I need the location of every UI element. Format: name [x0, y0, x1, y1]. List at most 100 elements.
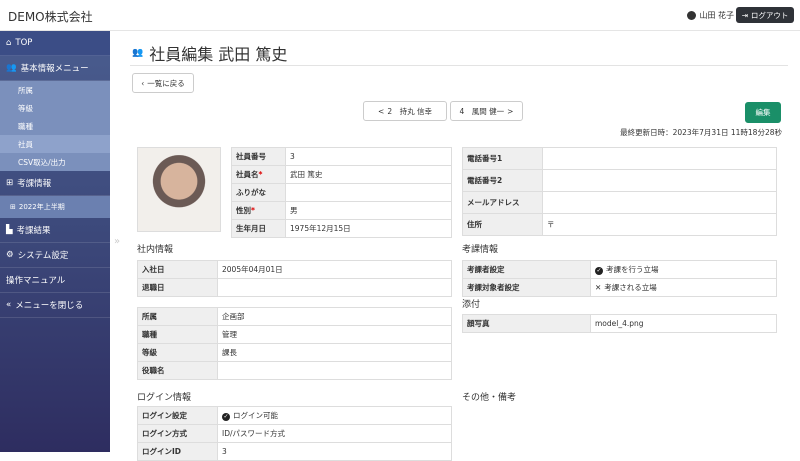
field-label: ふりがな: [231, 183, 286, 202]
field-value: [217, 278, 452, 297]
field-value: ID/パスワード方式: [217, 424, 452, 443]
section-heading-attachment: 添付: [462, 300, 481, 310]
check-circle-icon: ✓: [222, 413, 230, 421]
field-label: 性別*: [231, 201, 286, 220]
attachment-link[interactable]: model_4.png: [590, 314, 777, 333]
field-label: 職種: [137, 325, 218, 344]
field-label: 顔写真: [462, 314, 591, 333]
field-label: 考課対象者設定: [462, 278, 591, 297]
brand-name: DEMO株式会社: [8, 10, 93, 24]
table-row: 考課対象者設定 ✕ 考課される立場: [462, 278, 777, 297]
sidebar-label-review-result: 考課結果: [16, 226, 51, 236]
table-row: 所属 企画部: [137, 307, 452, 326]
field-value: ✕ 考課される立場: [590, 278, 777, 297]
prev-employee-button[interactable]: <2 持丸 信幸: [363, 101, 447, 121]
sidebar-item-system[interactable]: ⚙ システム設定: [0, 243, 110, 268]
sidebar-label-system: システム設定: [17, 251, 69, 261]
attachment-table: 顔写真 model_4.png: [462, 314, 777, 333]
user-name: 山田 花子: [699, 11, 734, 20]
table-row: ログイン方式 ID/パスワード方式: [137, 424, 452, 443]
profile-table: 社員番号 3 社員名* 武田 篤史 ふりがな 性別* 男 生年月日 1975年12月15…: [231, 147, 452, 238]
review-table: 考課者設定 ✓ 考課を行う立場 考課対象者設定 ✕ 考課される立場: [462, 260, 777, 297]
sidebar-label-top: TOP: [15, 38, 33, 48]
field-value: [285, 183, 452, 202]
sidebar-item-department[interactable]: 所属: [0, 81, 110, 99]
sidebar-item-review-info[interactable]: ⊞ 考課情報: [0, 171, 110, 196]
table-row: 考課者設定 ✓ 考課を行う立場: [462, 260, 777, 279]
field-value: 管理: [217, 325, 452, 344]
sidebar-label-basic-menu: 基本情報メニュー: [20, 64, 89, 74]
company-org-table: 所属 企画部 職種 管理 等級 課長 役職名: [137, 307, 452, 380]
back-to-list-button[interactable]: ‹ 一覧に戻る: [132, 73, 194, 93]
double-chevron-left-icon: «: [6, 300, 12, 310]
x-icon: ✕: [595, 283, 602, 292]
chevron-right-icon: >: [507, 106, 514, 116]
field-label: ログイン方式: [137, 424, 218, 443]
table-row: 社員番号 3: [231, 147, 452, 166]
user-menu[interactable]: 山田 花子: [687, 10, 734, 21]
table-row: 生年月日 1975年12月15日: [231, 219, 452, 238]
field-value-text: 考課を行う立場: [606, 265, 659, 274]
table-row: 顔写真 model_4.png: [462, 314, 777, 333]
grid-icon: ⊞: [6, 178, 14, 188]
field-value: ✓ ログイン可能: [217, 406, 452, 425]
sidebar-label-review-info: 考課情報: [17, 179, 52, 189]
chart-icon: ▙: [6, 225, 13, 235]
edit-button[interactable]: 編集: [745, 102, 781, 123]
table-row: 電話番号2: [462, 169, 777, 192]
field-label: 社員番号: [231, 147, 286, 166]
field-value: [217, 361, 452, 380]
required-mark: *: [251, 206, 255, 215]
sidebar-item-review-result[interactable]: ▙ 考課結果: [0, 218, 110, 243]
sidebar-item-employee[interactable]: 社員: [0, 135, 110, 153]
field-label: 生年月日: [231, 219, 286, 238]
table-row: ふりがな: [231, 183, 452, 202]
sidebar-item-manual[interactable]: 操作マニュアル: [0, 268, 110, 293]
field-value-text: 考課される立場: [604, 283, 657, 292]
page-title: 👥 社員編集 武田 篤史: [132, 41, 287, 65]
sidebar-item-job-type[interactable]: 職種: [0, 117, 110, 135]
sidebar-item-top[interactable]: ⌂ TOP: [0, 31, 110, 56]
grid-icon: ⊞: [10, 203, 16, 211]
check-circle-icon: ✓: [595, 267, 603, 275]
top-bar: DEMO株式会社 山田 花子 ⇥ ログアウト: [0, 0, 800, 31]
logout-button[interactable]: ⇥ ログアウト: [736, 7, 794, 23]
table-row: 職種 管理: [137, 325, 452, 344]
prev-label: 2 持丸 信幸: [387, 106, 432, 116]
sidebar-label-manual: 操作マニュアル: [6, 276, 66, 286]
table-row: ログイン設定 ✓ ログイン可能: [137, 406, 452, 425]
field-value: [542, 191, 777, 214]
sidebar-item-csv[interactable]: CSV取込/出力: [0, 153, 110, 171]
gear-icon: ⚙: [6, 250, 14, 260]
table-row: 入社日 2005年04月01日: [137, 260, 452, 279]
sidebar-item-review-period[interactable]: ⊞ 2022年上半期: [0, 196, 110, 218]
field-label: 住所: [462, 213, 543, 236]
table-row: メールアドレス: [462, 191, 777, 214]
sidebar-item-close-menu[interactable]: «メニューを閉じる: [0, 293, 110, 318]
field-value: ✓ 考課を行う立場: [590, 260, 777, 279]
table-row: 退職日: [137, 278, 452, 297]
section-heading-login: ログイン情報: [137, 393, 192, 403]
field-value: [542, 169, 777, 192]
contact-table: 電話番号1 電話番号2 メールアドレス 住所〒: [462, 147, 777, 236]
sidebar-item-basic-menu[interactable]: 👥 基本情報メニュー: [0, 56, 110, 81]
table-row: 住所〒: [462, 213, 777, 236]
table-row: 役職名: [137, 361, 452, 380]
home-icon: ⌂: [6, 38, 12, 48]
field-label: メールアドレス: [462, 191, 543, 214]
next-employee-button[interactable]: 4 風間 健一 >: [450, 101, 523, 121]
page-title-text: 社員編集 武田 篤史: [149, 45, 288, 64]
field-value: 男: [285, 201, 452, 220]
field-label: 考課者設定: [462, 260, 591, 279]
last-updated: 最終更新日時：2023年7月31日 11時18分28秒: [620, 128, 782, 137]
sidebar-item-grade[interactable]: 等級: [0, 99, 110, 117]
field-value: 1975年12月15日: [285, 219, 452, 238]
main-content: 👥 社員編集 武田 篤史 ‹ 一覧に戻る <2 持丸 信幸 4 風間 健一 > 編集…: [110, 31, 800, 461]
table-row: 社員名* 武田 篤史: [231, 165, 452, 184]
sidebar: ⌂ TOP 👥 基本情報メニュー 所属 等級 職種 社員 CSV取込/出力 ⊞ 考課情…: [0, 31, 110, 452]
logout-icon: ⇥: [741, 10, 748, 20]
required-mark: *: [258, 170, 263, 179]
section-heading-review: 考課情報: [462, 245, 499, 255]
field-label: ログイン設定: [137, 406, 218, 425]
field-value-text: ログイン可能: [233, 411, 278, 420]
